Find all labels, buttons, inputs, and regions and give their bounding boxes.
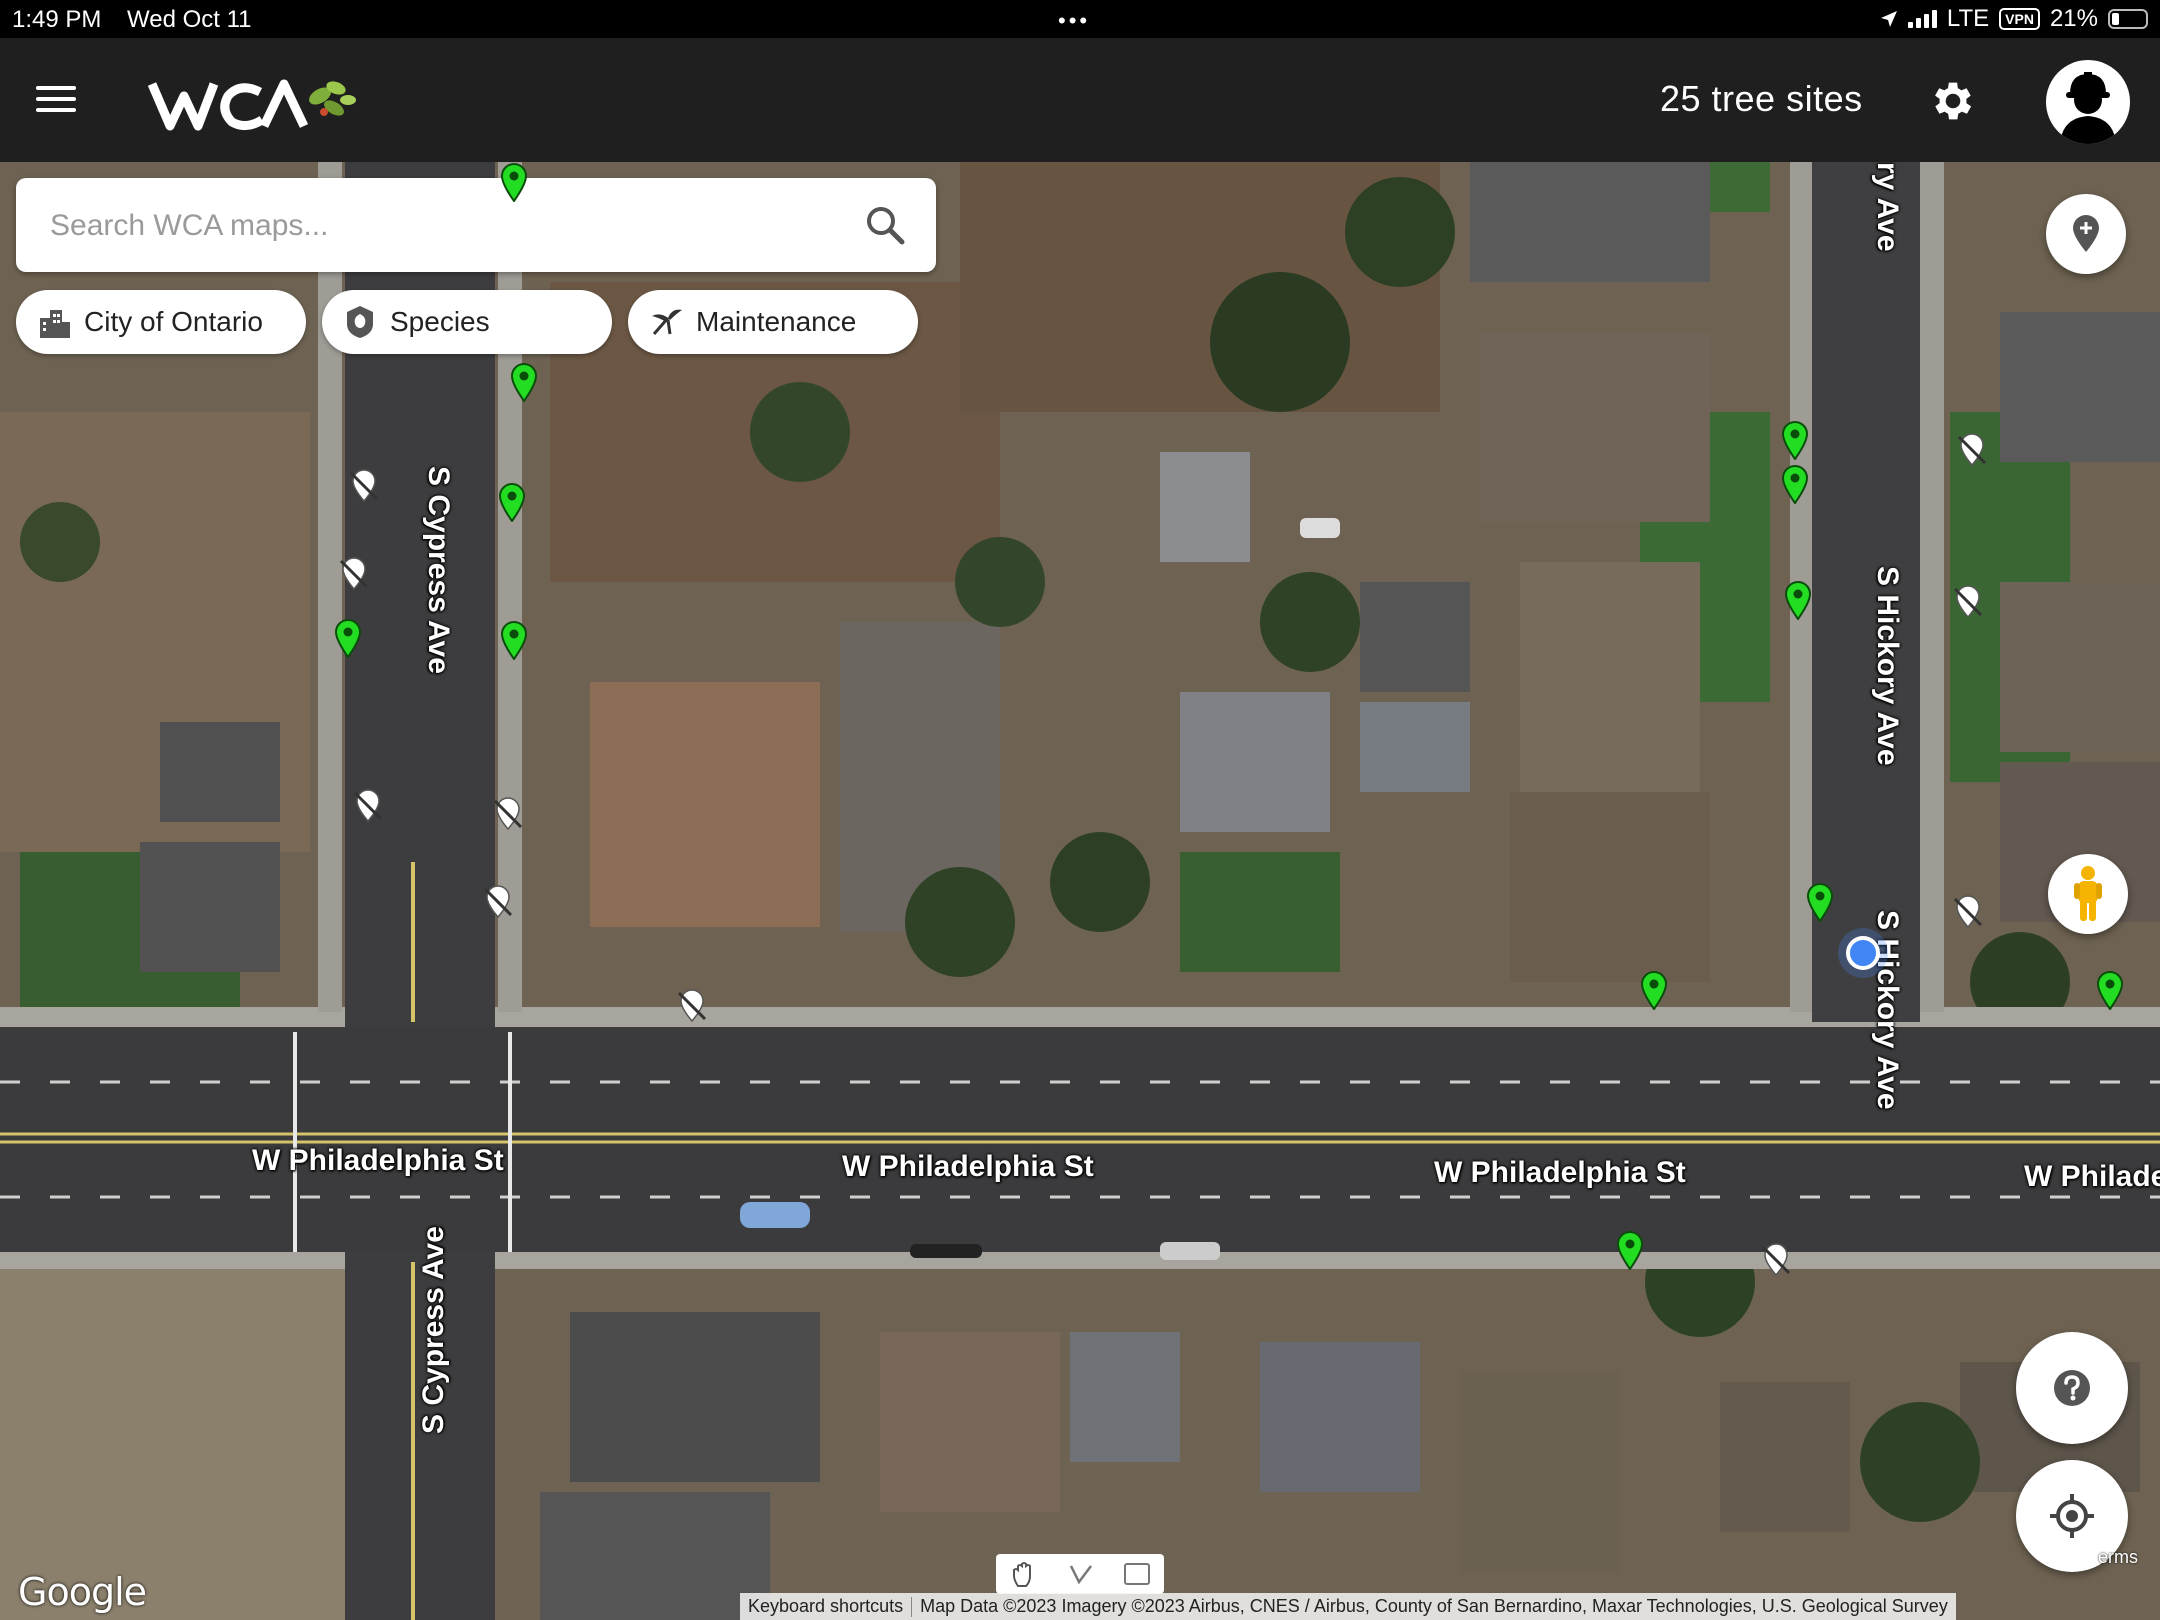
status-date: Wed Oct 11 [127, 6, 252, 33]
add-location-button[interactable] [2046, 194, 2126, 274]
drawing-toolbar [996, 1554, 1164, 1594]
tree-marker-inactive[interactable] [480, 884, 516, 920]
tree-marker-inactive[interactable] [336, 556, 372, 592]
location-arrow-icon [1880, 11, 1897, 27]
search-bar [16, 178, 936, 272]
terms-link[interactable]: erms [2098, 1547, 2138, 1568]
street-label-hickory-low: S Hickory Ave [1871, 910, 1904, 1110]
tree-marker-active[interactable] [500, 620, 528, 660]
street-label-philadelphia-3: W Philadelphia St [1434, 1156, 1686, 1189]
tree-marker-active[interactable] [500, 162, 528, 202]
my-location-icon [2050, 1494, 2094, 1538]
tree-marker-active[interactable] [1616, 1230, 1644, 1270]
pruning-icon [652, 309, 682, 335]
tree-site-count: 25 tree sites [1660, 78, 1863, 119]
filter-chip-species[interactable]: Species [322, 290, 612, 354]
tree-marker-active[interactable] [498, 482, 526, 522]
hamburger-menu-icon[interactable] [36, 86, 76, 116]
tree-marker-inactive[interactable] [1758, 1242, 1794, 1278]
filter-chip-city[interactable]: City of Ontario [16, 290, 306, 354]
tree-marker-inactive[interactable] [490, 796, 526, 832]
satellite-imagery [0, 162, 2160, 1620]
filter-chip-city-label: City of Ontario [84, 306, 263, 337]
tree-marker-active[interactable] [1784, 580, 1812, 620]
street-label-cypress-north: S Cypress Ave [422, 466, 455, 674]
status-indicators: LTE VPN 21% [1880, 5, 2148, 33]
signal-bars-icon [1907, 10, 1937, 28]
keyboard-shortcuts-link[interactable]: Keyboard shortcuts [740, 1596, 911, 1617]
tree-marker-inactive[interactable] [346, 468, 382, 504]
street-label-hickory-mid: S Hickory Ave [1871, 566, 1904, 766]
filter-chip-species-label: Species [390, 306, 490, 337]
add-location-icon [2073, 215, 2099, 252]
street-label-philadelphia-1: W Philadelphia St [252, 1144, 504, 1177]
tree-marker-inactive[interactable] [350, 788, 386, 824]
draw-rectangle-icon[interactable] [1123, 1563, 1150, 1585]
tree-marker-inactive[interactable] [674, 988, 710, 1024]
google-logo: Google [18, 1570, 147, 1614]
wca-logo [147, 66, 358, 136]
status-time: 1:49 PM [12, 6, 102, 33]
leaf-badge-icon [347, 306, 373, 338]
filter-chip-maintenance[interactable]: Maintenance [628, 290, 918, 354]
city-buildings-icon [40, 310, 70, 338]
tree-marker-active[interactable] [1781, 420, 1809, 460]
tree-marker-active[interactable] [1781, 464, 1809, 504]
tree-marker-active[interactable] [1806, 882, 1834, 922]
gear-icon[interactable] [1928, 76, 1978, 126]
street-view-button[interactable] [2048, 854, 2128, 934]
search-icon[interactable] [864, 204, 906, 246]
tree-marker-inactive[interactable] [1950, 894, 1986, 930]
tree-marker-active[interactable] [2096, 970, 2124, 1010]
street-label-hickory-top: ry Ave [1871, 162, 1904, 252]
tree-marker-active[interactable] [334, 618, 362, 658]
tree-marker-inactive[interactable] [1950, 584, 1986, 620]
battery-percent: 21% [2049, 5, 2098, 32]
app-header: 25 tree sites [0, 38, 2160, 163]
profile-avatar[interactable] [2046, 60, 2130, 144]
battery-icon [2108, 9, 2148, 29]
tree-marker-active[interactable] [510, 362, 538, 402]
vpn-badge: VPN [1999, 8, 2040, 30]
search-input[interactable] [48, 200, 832, 252]
help-button[interactable] [2016, 1332, 2128, 1444]
pan-hand-icon[interactable] [1010, 1560, 1038, 1588]
current-location-dot [1846, 936, 1880, 970]
tree-marker-inactive[interactable] [1954, 432, 1990, 468]
tree-marker-active[interactable] [1640, 970, 1668, 1010]
map-data-credit: Map Data ©2023 Imagery ©2023 Airbus, CNE… [920, 1596, 1948, 1616]
draw-polyline-icon[interactable] [1067, 1560, 1095, 1588]
arborist-helmet-avatar-icon [2060, 72, 2116, 144]
status-bar: 1:49 PM Wed Oct 11 ••• LTE VPN 21% [0, 0, 2160, 38]
street-label-philadelphia-4: W Philade [2024, 1160, 2160, 1193]
filter-chip-maintenance-label: Maintenance [696, 306, 857, 337]
map-view[interactable]: S Cypress Ave S Cypress Ave ry Ave S Hic… [0, 162, 2160, 1620]
network-type: LTE [1946, 5, 1990, 32]
help-icon [2054, 1370, 2090, 1406]
multitasking-dots[interactable]: ••• [1058, 8, 1090, 34]
map-attribution: Keyboard shortcuts Map Data ©2023 Imager… [740, 1593, 1956, 1620]
pegman-icon [2074, 866, 2102, 921]
street-label-cypress-south: S Cypress Ave [417, 1226, 450, 1434]
street-label-philadelphia-2: W Philadelphia St [842, 1150, 1094, 1183]
